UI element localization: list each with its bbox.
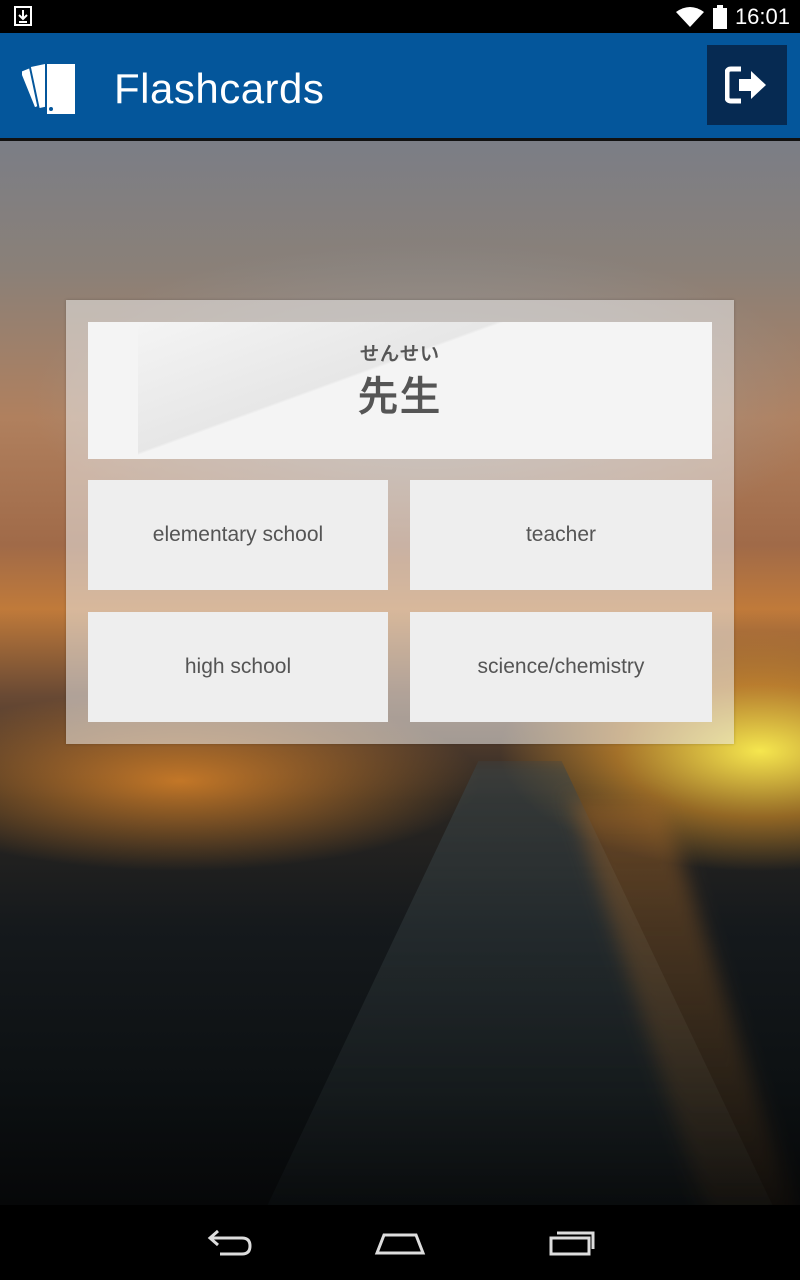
flashcard-panel: せんせい 先生 elementary school teacher high s… bbox=[66, 300, 734, 744]
wifi-icon bbox=[675, 6, 704, 27]
flashcards-logo-icon bbox=[22, 59, 77, 116]
home-button[interactable] bbox=[370, 1223, 430, 1263]
recent-apps-button[interactable] bbox=[542, 1223, 602, 1263]
navigation-bar bbox=[0, 1205, 800, 1280]
exit-arrow-icon bbox=[725, 66, 766, 104]
question-reading: せんせい bbox=[359, 343, 440, 365]
app-title: Flashcards bbox=[114, 65, 325, 112]
exit-button[interactable] bbox=[707, 45, 787, 125]
battery-icon bbox=[712, 4, 727, 29]
answer-option-4[interactable]: science/chemistry bbox=[410, 612, 712, 722]
status-time: 16:01 bbox=[734, 3, 790, 29]
back-button[interactable] bbox=[200, 1223, 260, 1263]
home-icon bbox=[374, 1233, 426, 1255]
answer-option-1[interactable]: elementary school bbox=[88, 480, 388, 590]
download-notification-icon bbox=[14, 6, 32, 26]
question-term: 先生 bbox=[358, 374, 442, 420]
question-card: せんせい 先生 bbox=[88, 322, 712, 459]
back-icon bbox=[207, 1229, 252, 1256]
answer-option-3[interactable]: high school bbox=[88, 612, 388, 722]
status-bar: 16:01 bbox=[0, 0, 800, 33]
answer-option-2[interactable]: teacher bbox=[410, 480, 712, 590]
recent-apps-icon bbox=[549, 1231, 595, 1256]
app-bar: Flashcards bbox=[0, 33, 800, 141]
